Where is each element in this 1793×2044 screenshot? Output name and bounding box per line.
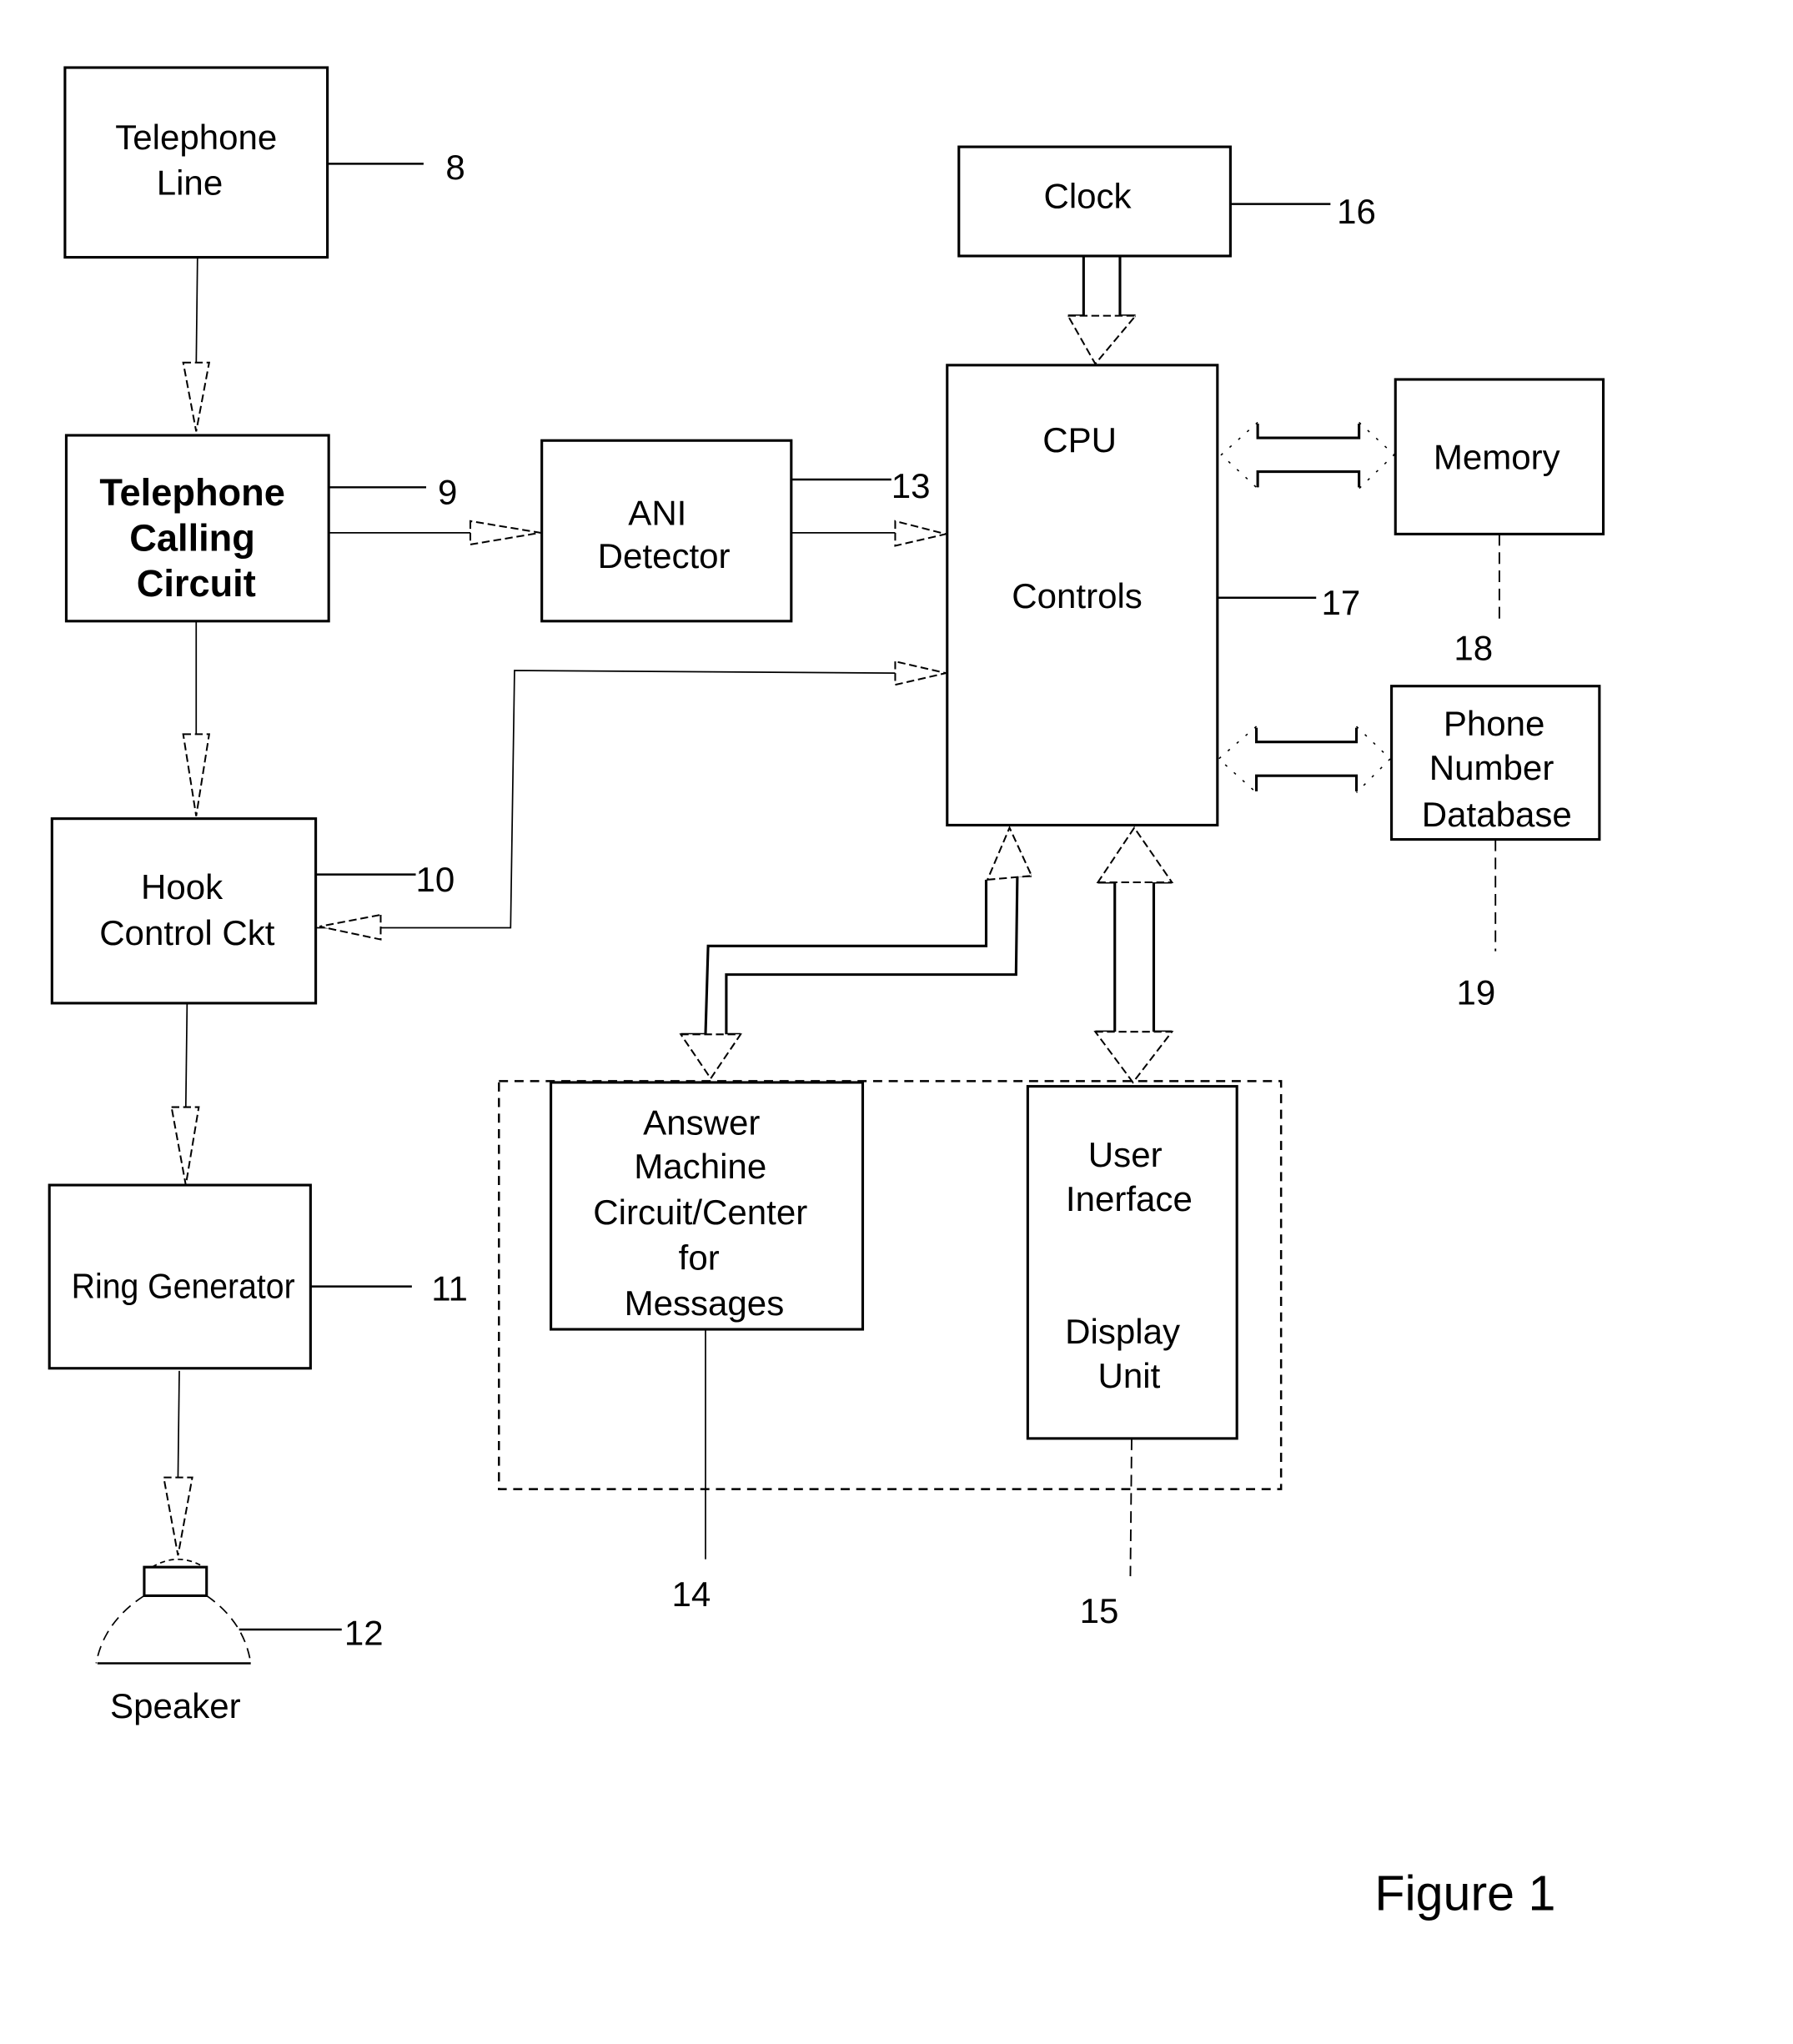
- phone-db-block: Phone Number Database 19: [1390, 685, 1601, 1012]
- answer-machine-label-5: Messages: [625, 1283, 785, 1323]
- speaker-icon: [95, 1559, 252, 1665]
- bus-arrow-clock-to-cpu: [1066, 255, 1138, 366]
- speaker-block: 12 Speaker: [95, 1559, 384, 1725]
- user-interface-label-2: Inerface: [1066, 1179, 1193, 1218]
- arrow-calling-to-ani: [329, 520, 541, 546]
- arrow-head-into-hook: [319, 913, 382, 941]
- user-interface-block: User Inerface Display Unit 15: [1026, 1085, 1238, 1630]
- calling-circuit-block: Telephone Calling Circuit 9: [64, 434, 457, 623]
- arrow-head: [1066, 314, 1138, 366]
- cpu-block: CPU Controls 17: [946, 364, 1360, 826]
- ref-number-12: 12: [344, 1614, 384, 1653]
- phone-db-label-3: Database: [1422, 795, 1572, 834]
- hook-control-block: Hook Control Ckt 10: [50, 817, 455, 1005]
- ref-number-17: 17: [1321, 583, 1360, 622]
- calling-circuit-label-1: Telephone: [99, 471, 285, 514]
- clock-label: Clock: [1043, 176, 1132, 215]
- ani-detector-block: ANI Detector 13: [540, 439, 931, 623]
- bus-cpu-answer-machine: [679, 826, 1033, 1081]
- ring-generator-label: Ring Generator: [72, 1267, 295, 1306]
- answer-machine-label-2: Machine: [634, 1147, 766, 1186]
- answer-machine-block: Answer Machine Circuit/Center for Messag…: [550, 1081, 865, 1614]
- arrow-ring-to-speaker: [163, 1370, 193, 1556]
- ref-leader-15: [1129, 1438, 1133, 1577]
- ref-number-18: 18: [1454, 629, 1493, 668]
- figure-caption: Figure 1: [1374, 1866, 1555, 1921]
- ref-number-14: 14: [671, 1574, 711, 1614]
- ref-number-9: 9: [438, 473, 457, 512]
- hook-control-label-2: Control Ckt: [99, 913, 275, 952]
- ref-number-15: 15: [1080, 1591, 1119, 1630]
- answer-machine-label-4: for: [679, 1238, 720, 1277]
- arrow-hook-to-ring: [170, 1002, 200, 1186]
- clock-block: Clock 16: [957, 145, 1376, 258]
- ref-number-13: 13: [891, 466, 931, 505]
- user-interface-label-1: User: [1088, 1135, 1163, 1174]
- ref-number-8: 8: [445, 148, 465, 187]
- arrow-line-to-calling: [182, 257, 211, 432]
- arrow-head: [469, 520, 541, 546]
- arrow-head: [894, 520, 947, 547]
- ref-number-19: 19: [1456, 972, 1495, 1012]
- block-diagram: Telephone Line 8 Telephone Calling Circu…: [48, 66, 1605, 1921]
- arrow-hook-loop-to-cpu: [315, 660, 947, 941]
- hook-control-box: [50, 817, 318, 1005]
- ani-detector-label-2: Detector: [598, 536, 731, 575]
- arrow-head: [170, 1106, 200, 1186]
- bus-cpu-user-interface: [1093, 826, 1174, 1084]
- ref-number-16: 16: [1337, 192, 1376, 231]
- display-unit-label-2: Unit: [1097, 1356, 1160, 1395]
- cpu-label: CPU: [1042, 420, 1117, 460]
- speaker-label: Speaker: [110, 1686, 241, 1725]
- ani-detector-label-1: ANI: [628, 493, 686, 532]
- ref-number-10: 10: [416, 860, 455, 899]
- memory-block: Memory 18: [1394, 378, 1605, 668]
- ring-generator-block: Ring Generator 11: [48, 1183, 468, 1370]
- controls-label: Controls: [1012, 576, 1143, 615]
- bus-cpu-memory: [1220, 421, 1395, 490]
- ref-number-11: 11: [431, 1269, 468, 1308]
- arrow-head-down: [679, 1033, 742, 1081]
- telephone-line-block: Telephone Line 8: [63, 66, 465, 259]
- faint-arrow-heads: [1220, 421, 1395, 490]
- phone-db-label-2: Number: [1429, 748, 1554, 787]
- memory-label: Memory: [1434, 437, 1560, 476]
- hook-control-label-1: Hook: [141, 867, 223, 906]
- display-unit-label-1: Display: [1065, 1312, 1180, 1351]
- arrow-head-down: [1093, 1031, 1174, 1084]
- arrow-head-up: [1096, 826, 1174, 884]
- bus-cpu-phone-db: [1218, 726, 1392, 794]
- arrow-head-up: [986, 826, 1033, 881]
- arrow-head: [182, 361, 211, 432]
- answer-machine-label-3: Circuit/Center: [593, 1193, 807, 1232]
- arrow-ani-to-cpu: [791, 520, 947, 547]
- faint-arrow-heads: [1218, 726, 1392, 794]
- arrow-head: [894, 660, 947, 686]
- arrow-head: [182, 733, 211, 816]
- calling-circuit-label-3: Circuit: [137, 562, 256, 605]
- arrow-head: [163, 1476, 193, 1556]
- arrow-calling-to-hook: [182, 620, 211, 816]
- telephone-line-label-2: Line: [157, 163, 223, 203]
- answer-machine-label-1: Answer: [643, 1102, 760, 1142]
- calling-circuit-label-2: Calling: [129, 517, 255, 560]
- phone-db-label-1: Phone: [1444, 704, 1545, 743]
- telephone-line-label-1: Telephone: [115, 118, 277, 157]
